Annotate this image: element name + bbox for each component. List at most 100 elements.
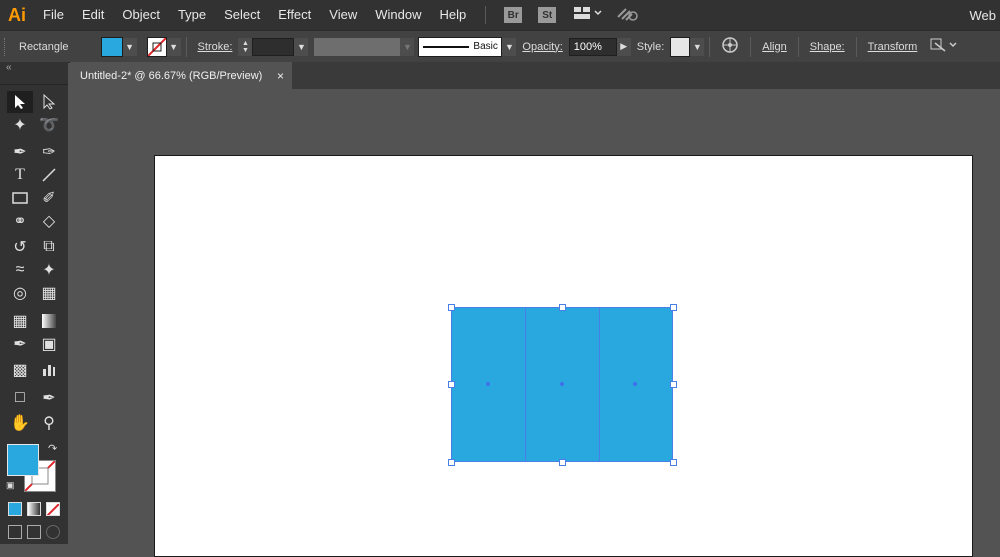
menu-select[interactable]: Select bbox=[215, 0, 269, 30]
fill-swatch[interactable] bbox=[7, 444, 39, 476]
align-button[interactable]: Align bbox=[762, 41, 786, 53]
menu-type[interactable]: Type bbox=[169, 0, 215, 30]
transform-button[interactable]: Transform bbox=[868, 41, 918, 53]
menu-edit[interactable]: Edit bbox=[73, 0, 113, 30]
stroke-dropdown-chevron-icon[interactable]: ▼ bbox=[167, 38, 181, 56]
style-chevron-icon[interactable]: ▼ bbox=[690, 38, 704, 56]
gpu-performance-icon[interactable] bbox=[616, 5, 638, 26]
menu-divider bbox=[485, 6, 486, 24]
divider bbox=[709, 37, 710, 57]
shape-builder-tool-icon[interactable]: ◎ bbox=[7, 282, 33, 304]
app-logo: Ai bbox=[0, 5, 34, 26]
variable-width-chevron-icon: ▼ bbox=[400, 38, 414, 56]
resize-handle-top-left[interactable] bbox=[448, 304, 455, 311]
gradient-mode-icon[interactable] bbox=[27, 502, 41, 516]
stroke-weight-chevron-icon[interactable]: ▼ bbox=[294, 38, 308, 56]
document-tab-strip: Untitled-2* @ 66.67% (RGB/Preview) × bbox=[70, 62, 1000, 89]
control-bar-grip[interactable] bbox=[4, 38, 9, 56]
menu-view[interactable]: View bbox=[320, 0, 366, 30]
lasso-tool-icon[interactable]: ➰ bbox=[36, 114, 62, 136]
direct-selection-tool-icon[interactable] bbox=[36, 91, 62, 113]
artboard-tool-icon[interactable]: □ bbox=[7, 387, 33, 409]
pen-tool-icon[interactable]: ✒ bbox=[7, 141, 33, 163]
shaper-tool-icon[interactable]: ⚭ bbox=[7, 210, 33, 232]
tools-panel: « ✦ ➰ ✒ ✑ T ✐ ⚭ ◇ ↺ ⧉ ≈ ✦ ◎ ▦ ▦ ✒ ▣ ▩ □ … bbox=[0, 62, 68, 544]
divider bbox=[798, 37, 799, 57]
isolate-selected-icon[interactable] bbox=[929, 37, 959, 56]
rotate-tool-icon[interactable]: ↺ bbox=[7, 236, 33, 258]
resize-handle-top-right[interactable] bbox=[670, 304, 677, 311]
shape-center-point bbox=[633, 382, 637, 386]
slice-tool-icon[interactable]: ✒ bbox=[36, 387, 62, 409]
default-fill-stroke-icon[interactable]: ▣ bbox=[6, 480, 15, 491]
stroke-label[interactable]: Stroke: bbox=[198, 41, 233, 53]
gradient-tool-icon[interactable] bbox=[36, 310, 62, 332]
arrange-documents-icon[interactable] bbox=[574, 6, 602, 25]
paintbrush-tool-icon[interactable]: ✐ bbox=[36, 187, 62, 209]
tools-panel-header[interactable]: « bbox=[0, 62, 68, 85]
swap-fill-stroke-icon[interactable]: ↷ bbox=[48, 442, 57, 455]
fill-color-swatch[interactable] bbox=[101, 37, 123, 57]
mesh-tool-icon[interactable]: ▦ bbox=[7, 310, 33, 332]
selection-tool-icon[interactable] bbox=[7, 91, 33, 113]
control-bar: Rectangle ▼ ▼ Stroke: ▲▼ ▼ ▼ Basic ▼ Opa… bbox=[0, 30, 1000, 63]
close-tab-icon[interactable]: × bbox=[277, 69, 284, 83]
menu-effect[interactable]: Effect bbox=[269, 0, 320, 30]
menu-help[interactable]: Help bbox=[430, 0, 475, 30]
hand-tool-icon[interactable]: ✋ bbox=[7, 412, 33, 434]
recolor-artwork-icon[interactable] bbox=[721, 36, 739, 57]
document-tab[interactable]: Untitled-2* @ 66.67% (RGB/Preview) × bbox=[70, 62, 292, 89]
resize-handle-middle-left[interactable] bbox=[448, 381, 455, 388]
divider bbox=[186, 37, 187, 57]
opacity-label[interactable]: Opacity: bbox=[522, 41, 562, 53]
scale-tool-icon[interactable]: ⧉ bbox=[36, 236, 62, 258]
style-label: Style: bbox=[637, 41, 665, 53]
magic-wand-tool-icon[interactable]: ✦ bbox=[7, 114, 33, 136]
symbol-sprayer-tool-icon[interactable]: ▩ bbox=[7, 359, 33, 381]
stroke-none-swatch[interactable] bbox=[147, 37, 167, 57]
type-tool-icon[interactable]: T bbox=[7, 164, 33, 186]
opacity-chevron-icon[interactable]: ▶ bbox=[617, 38, 631, 56]
menu-object[interactable]: Object bbox=[113, 0, 169, 30]
workspace-switcher[interactable]: Web bbox=[970, 8, 1000, 23]
graphic-style-swatch[interactable] bbox=[670, 37, 690, 57]
perspective-grid-tool-icon[interactable]: ▦ bbox=[36, 282, 62, 304]
brush-definition-field[interactable]: Basic bbox=[418, 37, 502, 57]
width-tool-icon[interactable]: ≈ bbox=[7, 259, 33, 281]
eyedropper-tool-icon[interactable]: ✒ bbox=[7, 333, 33, 355]
zoom-tool-icon[interactable]: ⚲ bbox=[36, 412, 62, 434]
eraser-tool-icon[interactable]: ◇ bbox=[36, 210, 62, 232]
divider bbox=[856, 37, 857, 57]
bridge-button[interactable]: Br bbox=[504, 7, 522, 23]
divider bbox=[750, 37, 751, 57]
document-tab-title: Untitled-2* @ 66.67% (RGB/Preview) bbox=[80, 70, 262, 82]
resize-handle-bottom-center[interactable] bbox=[559, 459, 566, 466]
screen-mode-icon[interactable] bbox=[27, 525, 41, 539]
resize-handle-bottom-left[interactable] bbox=[448, 459, 455, 466]
draw-normal-icon[interactable] bbox=[8, 525, 22, 539]
edit-toolbar-icon[interactable] bbox=[46, 525, 60, 539]
fill-dropdown-chevron-icon[interactable]: ▼ bbox=[123, 38, 137, 56]
rectangle-tool-icon[interactable] bbox=[7, 187, 33, 209]
brush-chevron-icon[interactable]: ▼ bbox=[502, 38, 516, 56]
none-mode-icon[interactable] bbox=[46, 502, 60, 516]
shape-button[interactable]: Shape: bbox=[810, 41, 845, 53]
menu-file[interactable]: File bbox=[34, 0, 73, 30]
stock-button[interactable]: St bbox=[538, 7, 556, 23]
menu-window[interactable]: Window bbox=[366, 0, 430, 30]
menu-bar: Ai File Edit Object Type Select Effect V… bbox=[0, 0, 1000, 30]
color-mode-icon[interactable] bbox=[8, 502, 22, 516]
stroke-weight-stepper[interactable]: ▲▼ bbox=[238, 38, 252, 56]
brush-stroke-preview bbox=[423, 46, 469, 48]
resize-handle-middle-right[interactable] bbox=[670, 381, 677, 388]
resize-handle-top-center[interactable] bbox=[559, 304, 566, 311]
blend-tool-icon[interactable]: ▣ bbox=[36, 333, 62, 355]
resize-handle-bottom-right[interactable] bbox=[670, 459, 677, 466]
stroke-weight-input[interactable] bbox=[252, 38, 294, 56]
opacity-input[interactable]: 100% bbox=[569, 38, 617, 56]
curvature-tool-icon[interactable]: ✑ bbox=[36, 141, 62, 163]
line-tool-icon[interactable] bbox=[36, 164, 62, 186]
variable-width-profile-field[interactable] bbox=[314, 38, 400, 56]
column-graph-tool-icon[interactable] bbox=[36, 359, 62, 381]
puppet-warp-tool-icon[interactable]: ✦ bbox=[36, 259, 62, 281]
